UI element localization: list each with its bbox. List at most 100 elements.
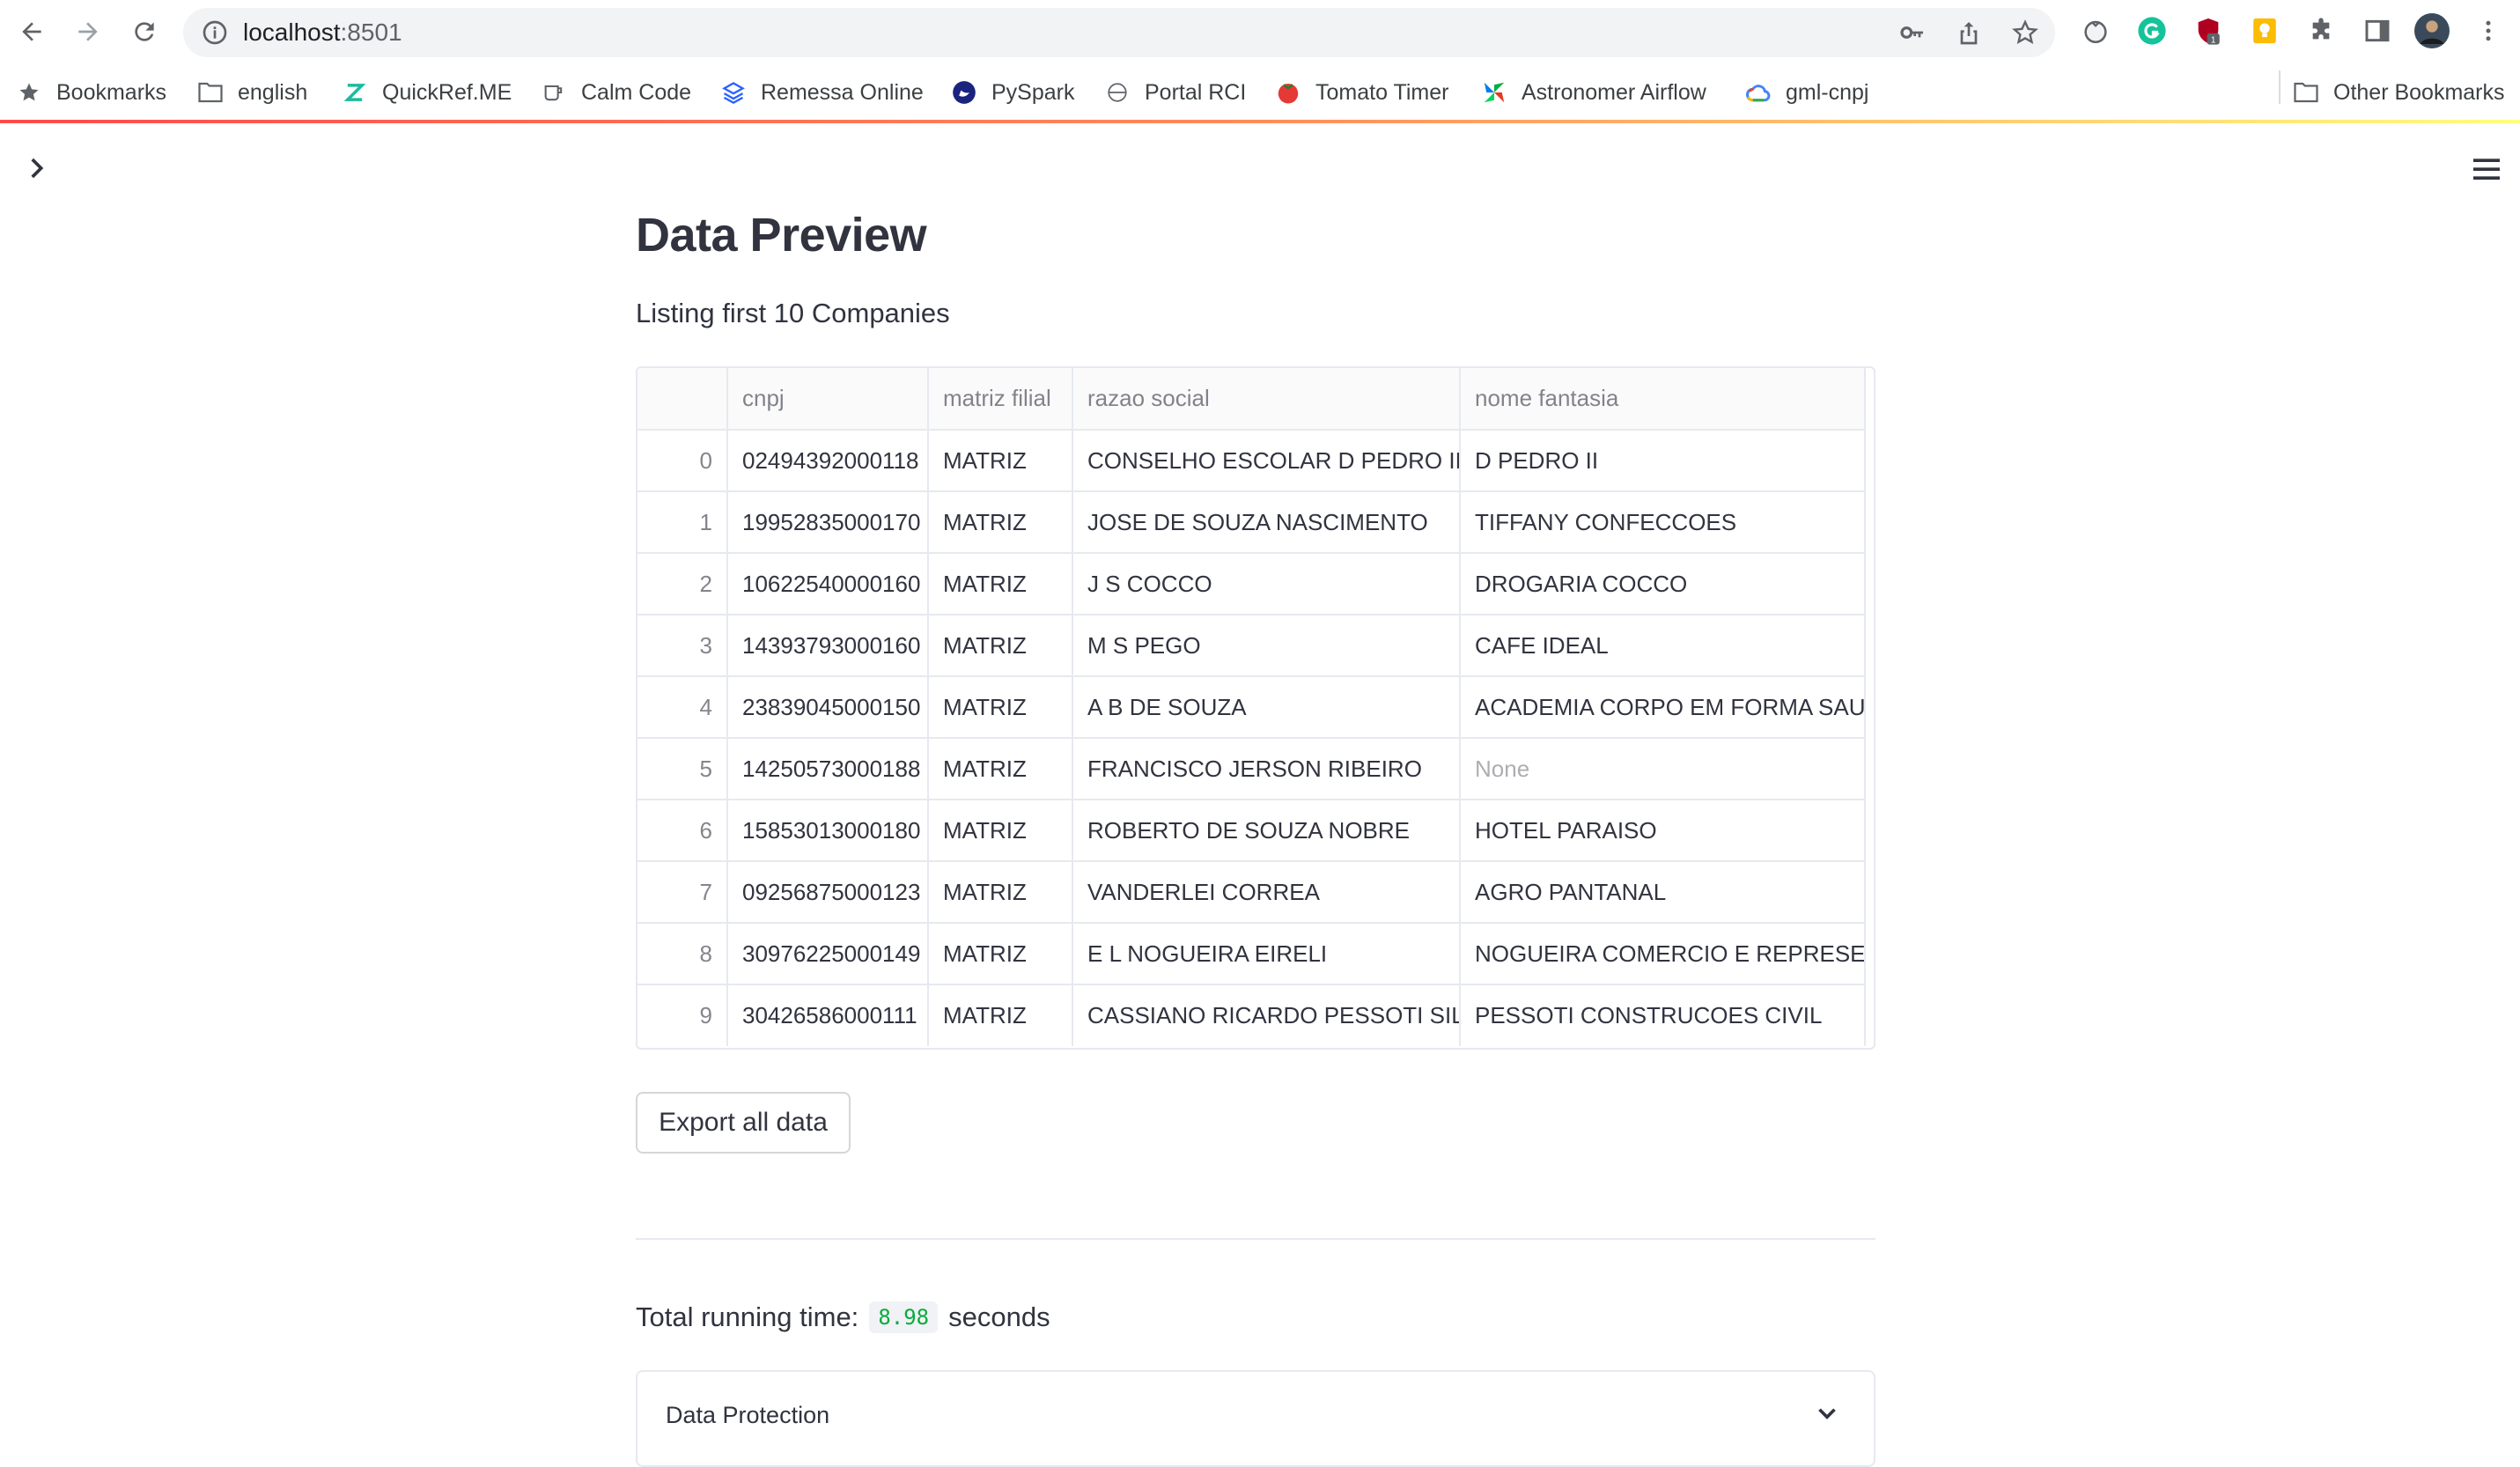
browser-menu-icon[interactable] bbox=[2471, 13, 2506, 48]
profile-avatar[interactable] bbox=[2414, 13, 2450, 48]
keep-extension-icon[interactable] bbox=[2247, 13, 2282, 48]
cell-matriz-filial[interactable]: MATRIZ bbox=[928, 800, 1073, 862]
cell-cnpj[interactable]: 30426586000111 bbox=[727, 984, 929, 1046]
remessa-icon bbox=[720, 79, 747, 106]
cell-matriz-filial[interactable]: MATRIZ bbox=[928, 430, 1073, 492]
cell-razao-social[interactable]: ROBERTO DE SOUZA NOBRE bbox=[1072, 800, 1461, 862]
browser-toolbar: localhost:8501 1 bbox=[0, 0, 2520, 65]
cell-cnpj[interactable]: 14393793000160 bbox=[727, 615, 929, 677]
tomato-icon bbox=[1275, 79, 1301, 106]
info-icon[interactable] bbox=[201, 18, 229, 47]
cell-nome-fantasia[interactable]: None bbox=[1460, 738, 1866, 800]
back-button[interactable] bbox=[12, 12, 51, 51]
table-row: 0 02494392000118 MATRIZ CONSELHO ESCOLAR… bbox=[637, 430, 1866, 492]
bookmark-pyspark[interactable]: PySpark bbox=[951, 76, 1074, 109]
cell-matriz-filial[interactable]: MATRIZ bbox=[928, 923, 1073, 985]
cell-razao-social[interactable]: VANDERLEI CORREA bbox=[1072, 861, 1461, 924]
table-row: 4 23839045000150 MATRIZ A B DE SOUZA ACA… bbox=[637, 676, 1866, 739]
cell-cnpj[interactable]: 09256875000123 bbox=[727, 861, 929, 924]
reload-button[interactable] bbox=[125, 12, 164, 51]
bookmark-label: Astronomer Airflow bbox=[1522, 79, 1706, 105]
hamburger-menu-icon[interactable] bbox=[2469, 151, 2504, 187]
tomato-extension-icon[interactable] bbox=[2078, 13, 2113, 48]
puzzle-extensions-icon[interactable] bbox=[2303, 13, 2339, 48]
bookmark-portal-rci[interactable]: Portal RCI bbox=[1104, 76, 1246, 109]
cell-razao-social[interactable]: JOSE DE SOUZA NASCIMENTO bbox=[1072, 491, 1461, 554]
cell-cnpj[interactable]: 30976225000149 bbox=[727, 923, 929, 985]
cell-razao-social[interactable]: CASSIANO RICARDO PESSOTI SILVA bbox=[1072, 984, 1461, 1046]
bookmark-label: Portal RCI bbox=[1145, 79, 1247, 105]
bookmark-star-icon[interactable] bbox=[2011, 18, 2039, 47]
bookmark-astronomer-airflow[interactable]: Astronomer Airflow bbox=[1481, 76, 1706, 109]
cell-cnpj[interactable]: 15853013000180 bbox=[727, 800, 929, 862]
bookmark-other-bookmarks[interactable]: Other Bookmarks bbox=[2293, 76, 2505, 109]
cell-matriz-filial[interactable]: MATRIZ bbox=[928, 861, 1073, 924]
share-icon[interactable] bbox=[1955, 18, 1983, 47]
calmcode-icon bbox=[541, 79, 567, 106]
cell-razao-social[interactable]: J S COCCO bbox=[1072, 553, 1461, 616]
folder-icon bbox=[197, 79, 224, 106]
cell-matriz-filial[interactable]: MATRIZ bbox=[928, 676, 1073, 739]
table-row: 8 30976225000149 MATRIZ E L NOGUEIRA EIR… bbox=[637, 923, 1866, 985]
column-header-matriz-filial[interactable]: matriz filial bbox=[928, 368, 1073, 431]
cell-matriz-filial[interactable]: MATRIZ bbox=[928, 491, 1073, 554]
forward-button[interactable] bbox=[69, 12, 107, 51]
address-bar[interactable]: localhost:8501 bbox=[183, 8, 2055, 57]
table-header-row: cnpj matriz filial razao social nome fan… bbox=[637, 368, 1866, 431]
bookmark-label: Calm Code bbox=[581, 79, 692, 105]
shield-extension-icon[interactable]: 1 bbox=[2191, 13, 2226, 48]
export-all-data-button[interactable]: Export all data bbox=[636, 1092, 851, 1154]
row-index: 0 bbox=[637, 430, 728, 492]
side-panel-icon[interactable] bbox=[2360, 13, 2395, 48]
cell-nome-fantasia[interactable]: HOTEL PARAISO bbox=[1460, 800, 1866, 862]
key-icon[interactable] bbox=[1898, 18, 1927, 47]
cell-matriz-filial[interactable]: MATRIZ bbox=[928, 738, 1073, 800]
cell-nome-fantasia[interactable]: CAFE IDEAL bbox=[1460, 615, 1866, 677]
cell-matriz-filial[interactable]: MATRIZ bbox=[928, 553, 1073, 616]
column-header-cnpj[interactable]: cnpj bbox=[727, 368, 929, 431]
cell-cnpj[interactable]: 23839045000150 bbox=[727, 676, 929, 739]
cell-nome-fantasia[interactable]: ACADEMIA CORPO EM FORMA SAUDE bbox=[1460, 676, 1866, 739]
bookmark-english[interactable]: english bbox=[197, 76, 307, 109]
cell-matriz-filial[interactable]: MATRIZ bbox=[928, 615, 1073, 677]
cell-cnpj[interactable]: 02494392000118 bbox=[727, 430, 929, 492]
cell-cnpj[interactable]: 14250573000188 bbox=[727, 738, 929, 800]
header-decoration bbox=[0, 120, 2520, 123]
cell-matriz-filial[interactable]: MATRIZ bbox=[928, 984, 1073, 1046]
page-title: Data Preview bbox=[636, 209, 927, 262]
cell-cnpj[interactable]: 19952835000170 bbox=[727, 491, 929, 554]
row-index: 9 bbox=[637, 984, 728, 1046]
cell-nome-fantasia[interactable]: D PEDRO II bbox=[1460, 430, 1866, 492]
table-row: 6 15853013000180 MATRIZ ROBERTO DE SOUZA… bbox=[637, 800, 1866, 862]
cell-cnpj[interactable]: 10622540000160 bbox=[727, 553, 929, 616]
bookmark-calm-code[interactable]: Calm Code bbox=[541, 76, 691, 109]
column-header-nome-fantasia[interactable]: nome fantasia bbox=[1460, 368, 1866, 431]
running-time-unit: seconds bbox=[948, 1301, 1050, 1332]
column-header-razao-social[interactable]: razao social bbox=[1072, 368, 1461, 431]
cell-nome-fantasia[interactable]: DROGARIA COCCO bbox=[1460, 553, 1866, 616]
bookmark-quickref[interactable]: QuickRef.ME bbox=[342, 76, 512, 109]
data-table[interactable]: cnpj matriz filial razao social nome fan… bbox=[636, 366, 1875, 1050]
chevron-right-icon[interactable] bbox=[21, 153, 51, 183]
column-header-index[interactable] bbox=[637, 368, 728, 431]
cell-nome-fantasia[interactable]: NOGUEIRA COMERCIO E REPRESENTAC bbox=[1460, 923, 1866, 985]
reload-icon bbox=[135, 22, 154, 41]
bookmarks-separator bbox=[2279, 70, 2281, 104]
bookmark-remessa-online[interactable]: Remessa Online bbox=[720, 76, 924, 109]
cell-razao-social[interactable]: M S PEGO bbox=[1072, 615, 1461, 677]
bookmark-bookmarks[interactable]: Bookmarks bbox=[16, 76, 166, 109]
cell-razao-social[interactable]: FRANCISCO JERSON RIBEIRO bbox=[1072, 738, 1461, 800]
chevron-down-icon[interactable] bbox=[1812, 1398, 1842, 1428]
url-text[interactable]: localhost:8501 bbox=[243, 18, 402, 47]
running-time-value: 8.98 bbox=[869, 1301, 939, 1333]
table-row: 7 09256875000123 MATRIZ VANDERLEI CORREA… bbox=[637, 861, 1866, 924]
bookmark-tomato-timer[interactable]: Tomato Timer bbox=[1275, 76, 1448, 109]
cell-nome-fantasia[interactable]: TIFFANY CONFECCOES bbox=[1460, 491, 1866, 554]
cell-nome-fantasia[interactable]: AGRO PANTANAL bbox=[1460, 861, 1866, 924]
cell-nome-fantasia[interactable]: PESSOTI CONSTRUCOES CIVIL bbox=[1460, 984, 1866, 1046]
grammarly-icon[interactable] bbox=[2134, 13, 2170, 48]
cell-razao-social[interactable]: CONSELHO ESCOLAR D PEDRO II bbox=[1072, 430, 1461, 492]
cell-razao-social[interactable]: E L NOGUEIRA EIRELI bbox=[1072, 923, 1461, 985]
bookmark-gml-cnpj[interactable]: gml-cnpj bbox=[1745, 76, 1868, 109]
cell-razao-social[interactable]: A B DE SOUZA bbox=[1072, 676, 1461, 739]
